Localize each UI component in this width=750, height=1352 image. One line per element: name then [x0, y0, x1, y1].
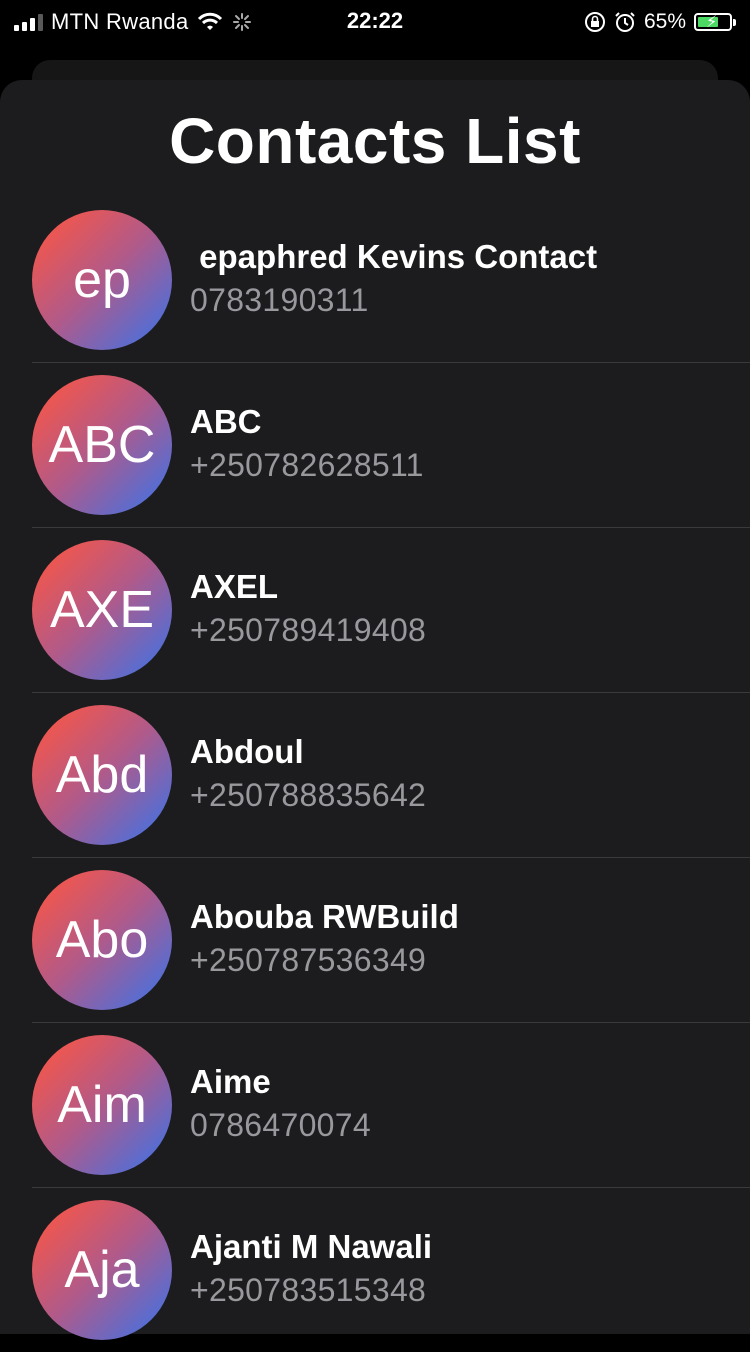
contact-info: Abdoul +250788835642: [190, 733, 426, 814]
avatar: Abo: [32, 870, 172, 1010]
contact-info: Aime 0786470074: [190, 1063, 371, 1144]
contact-phone: 0783190311: [190, 282, 369, 318]
contact-phone: +250788835642: [190, 777, 427, 813]
contact-row[interactable]: Aim Aime 0786470074: [32, 1023, 750, 1188]
avatar: ep: [32, 210, 172, 350]
contact-row[interactable]: Abd Abdoul +250788835642: [32, 693, 750, 858]
contact-row[interactable]: AXE AXEL +250789419408: [32, 528, 750, 693]
contact-info: Abouba RWBuild +250787536349: [190, 898, 459, 979]
contact-name: AXEL: [190, 568, 279, 605]
contact-name: Ajanti M Nawali: [190, 1228, 433, 1265]
contact-row[interactable]: Abo Abouba RWBuild +250787536349: [32, 858, 750, 1023]
charging-bolt-icon: ⚡: [706, 14, 718, 31]
status-bar-time: 22:22: [346, 8, 404, 33]
avatar: Aja: [32, 1200, 172, 1340]
contact-info: AXEL +250789419408: [190, 568, 426, 649]
avatar: Aim: [32, 1035, 172, 1175]
contact-name: Abdoul: [190, 733, 304, 770]
contact-info: ABC +250782628511: [190, 403, 424, 484]
avatar: Abd: [32, 705, 172, 845]
contact-phone: +250783515348: [190, 1272, 427, 1308]
status-bar: MTN Rwanda 22:22 65% ⚡: [0, 0, 750, 44]
contact-name: epaphred Kevins Contact: [190, 238, 598, 275]
contact-phone: +250789419408: [190, 612, 427, 648]
contact-row[interactable]: Aja Ajanti M Nawali +250783515348: [32, 1188, 750, 1352]
contact-row[interactable]: ABC ABC +250782628511: [32, 363, 750, 528]
contact-name: Aime: [190, 1063, 271, 1100]
avatar: ABC: [32, 375, 172, 515]
contact-phone: 0786470074: [190, 1107, 371, 1143]
contact-name: Abouba RWBuild: [190, 898, 459, 935]
page-title: Contacts List: [169, 105, 581, 177]
contact-info: Ajanti M Nawali +250783515348: [190, 1228, 432, 1309]
contact-phone: +250787536349: [190, 942, 427, 978]
contact-phone: +250782628511: [190, 447, 424, 483]
battery-icon: ⚡: [694, 13, 736, 31]
contact-info: epaphred Kevins Contact 0783190311: [190, 238, 597, 319]
avatar: AXE: [32, 540, 172, 680]
contact-name: ABC: [190, 403, 262, 440]
contact-row[interactable]: ep epaphred Kevins Contact 0783190311: [32, 198, 750, 363]
contacts-list[interactable]: ep epaphred Kevins Contact 0783190311 AB…: [32, 198, 750, 1352]
